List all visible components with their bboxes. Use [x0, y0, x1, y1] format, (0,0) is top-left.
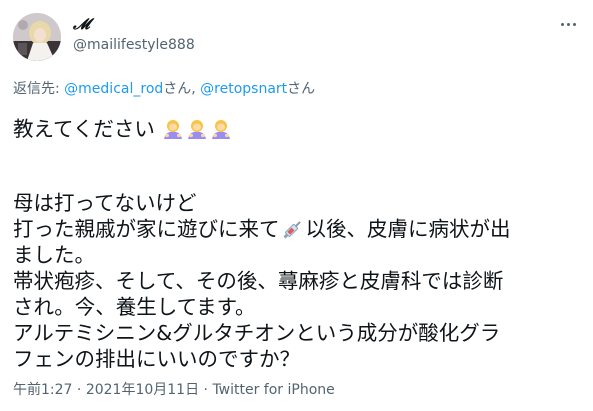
avatar-image: [13, 13, 61, 61]
tweet-source-link[interactable]: Twitter for iPhone: [212, 382, 334, 398]
reply-suffix: さん: [287, 81, 316, 97]
tweet-line: アルテミシニン&グルタチオンという成分が酸化グラ: [13, 321, 501, 345]
tweet-metadata: 午前1:27 · 2021年10月11日 · Twitter for iPhon…: [13, 381, 335, 399]
tweet-line: 教えてください: [13, 116, 583, 142]
person-bowing-icon: [164, 120, 183, 139]
tweet-line: され。今、養生してます。: [13, 295, 256, 319]
display-name[interactable]: 𝓜: [73, 14, 195, 34]
tweet-line: ました。: [13, 243, 95, 267]
author-block[interactable]: 𝓜 @mailifestyle888: [73, 14, 195, 55]
tweet-text: 教えてください 母は打ってないけど 打った親戚が家に遊びに来て 以後、皮膚に病状…: [13, 116, 583, 372]
syringe-icon: [282, 221, 301, 239]
tweet-line: フェンの排出にいいのですか？: [13, 347, 300, 371]
tweet-line: 母は打ってないけど: [13, 191, 197, 215]
more-options-button[interactable]: [557, 14, 579, 34]
reply-suffix: さん,: [163, 81, 201, 97]
tweet-text-segment: 教えてください: [13, 117, 155, 141]
tweet-time[interactable]: 午前1:27: [13, 382, 72, 398]
tweet-text-segment: 打った親戚が家に遊びに来て: [13, 217, 280, 241]
mention-link[interactable]: @retopsnart: [200, 81, 287, 97]
tweet-line: 打った親戚が家に遊びに来て 以後、皮膚に病状が出: [13, 216, 583, 242]
tweet-line: 帯状疱疹、そして、その後、蕁麻疹と皮膚科では診断: [13, 269, 504, 293]
person-bowing-emoji-group: [161, 117, 233, 141]
tweet-text-segment: 以後、皮膚に病状が出: [305, 217, 511, 241]
more-horizontal-icon: [560, 22, 564, 26]
person-bowing-icon: [212, 120, 231, 139]
person-bowing-icon: [188, 120, 207, 139]
mention-link[interactable]: @medical_rod: [64, 81, 163, 97]
user-handle[interactable]: @mailifestyle888: [73, 35, 195, 55]
separator: ·: [72, 382, 86, 398]
tweet-date[interactable]: 2021年10月11日: [86, 382, 199, 398]
avatar[interactable]: [13, 13, 61, 61]
separator: ·: [199, 382, 213, 398]
reply-context: 返信先: @medical_rodさん, @retopsnartさん: [13, 80, 315, 98]
reply-prefix: 返信先:: [13, 81, 65, 97]
